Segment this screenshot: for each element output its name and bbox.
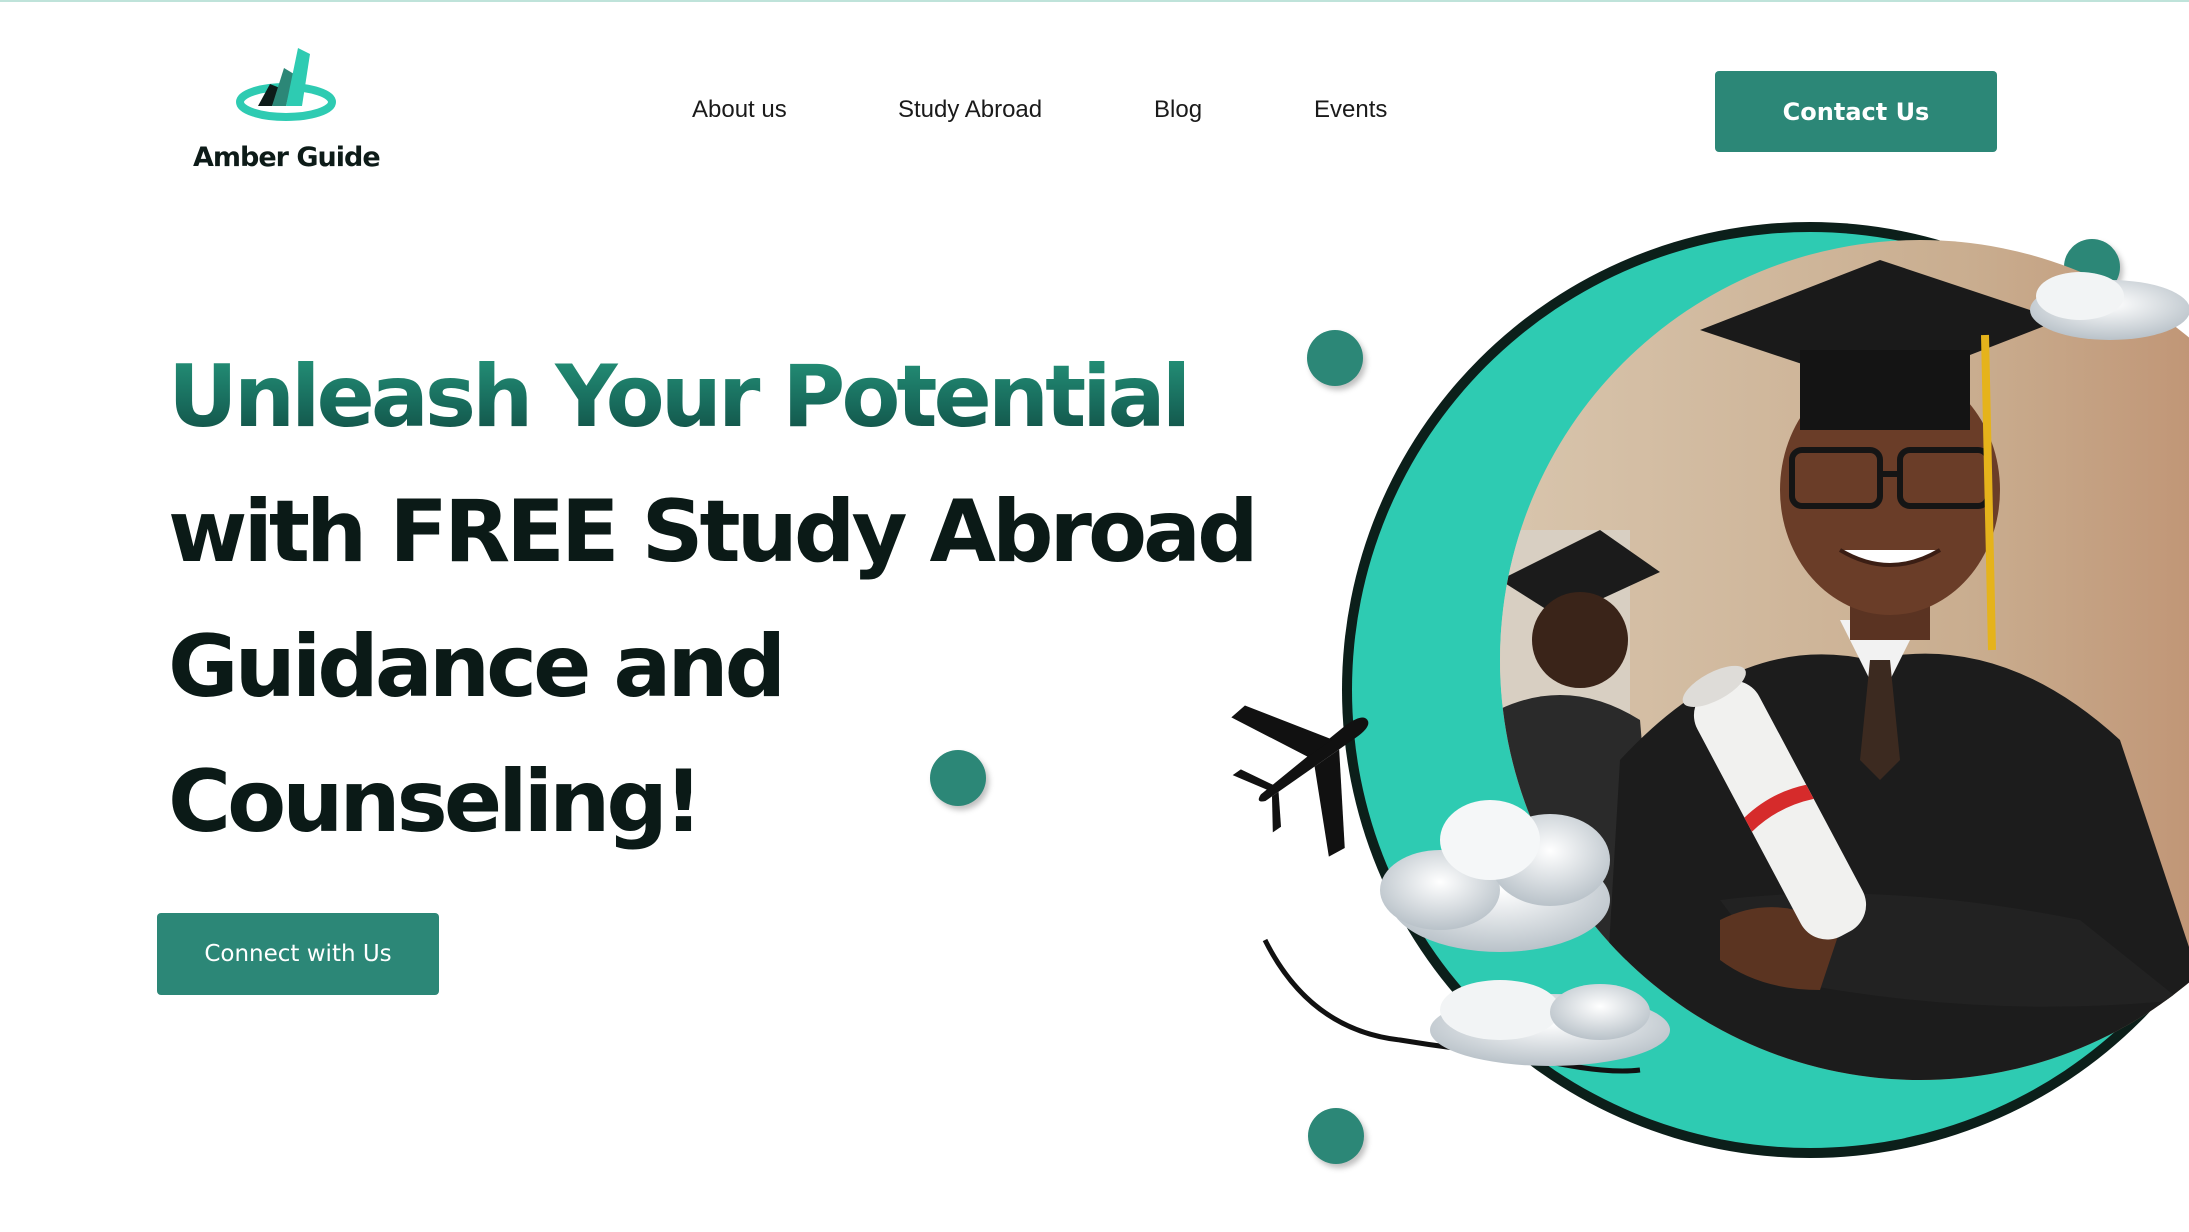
connect-with-us-button[interactable]: Connect with Us xyxy=(157,913,439,995)
cloud-icon xyxy=(2030,272,2189,340)
brand-name: Amber Guide xyxy=(193,142,381,173)
decor-dot xyxy=(930,750,986,806)
nav-item-events[interactable]: Events xyxy=(1314,96,1387,124)
brand-logo[interactable]: Amber Guide xyxy=(186,44,386,184)
hero-illustration xyxy=(1080,200,2189,1200)
graduate-portrait xyxy=(1231,222,2189,1158)
nav-item-study-abroad[interactable]: Study Abroad xyxy=(898,96,1042,124)
bar-chart-logo-icon xyxy=(236,44,336,124)
nav-item-blog[interactable]: Blog xyxy=(1154,96,1202,124)
contact-us-button[interactable]: Contact Us xyxy=(1715,71,1997,152)
nav-item-about-us[interactable]: About us xyxy=(692,96,787,124)
top-border xyxy=(0,0,2189,2)
